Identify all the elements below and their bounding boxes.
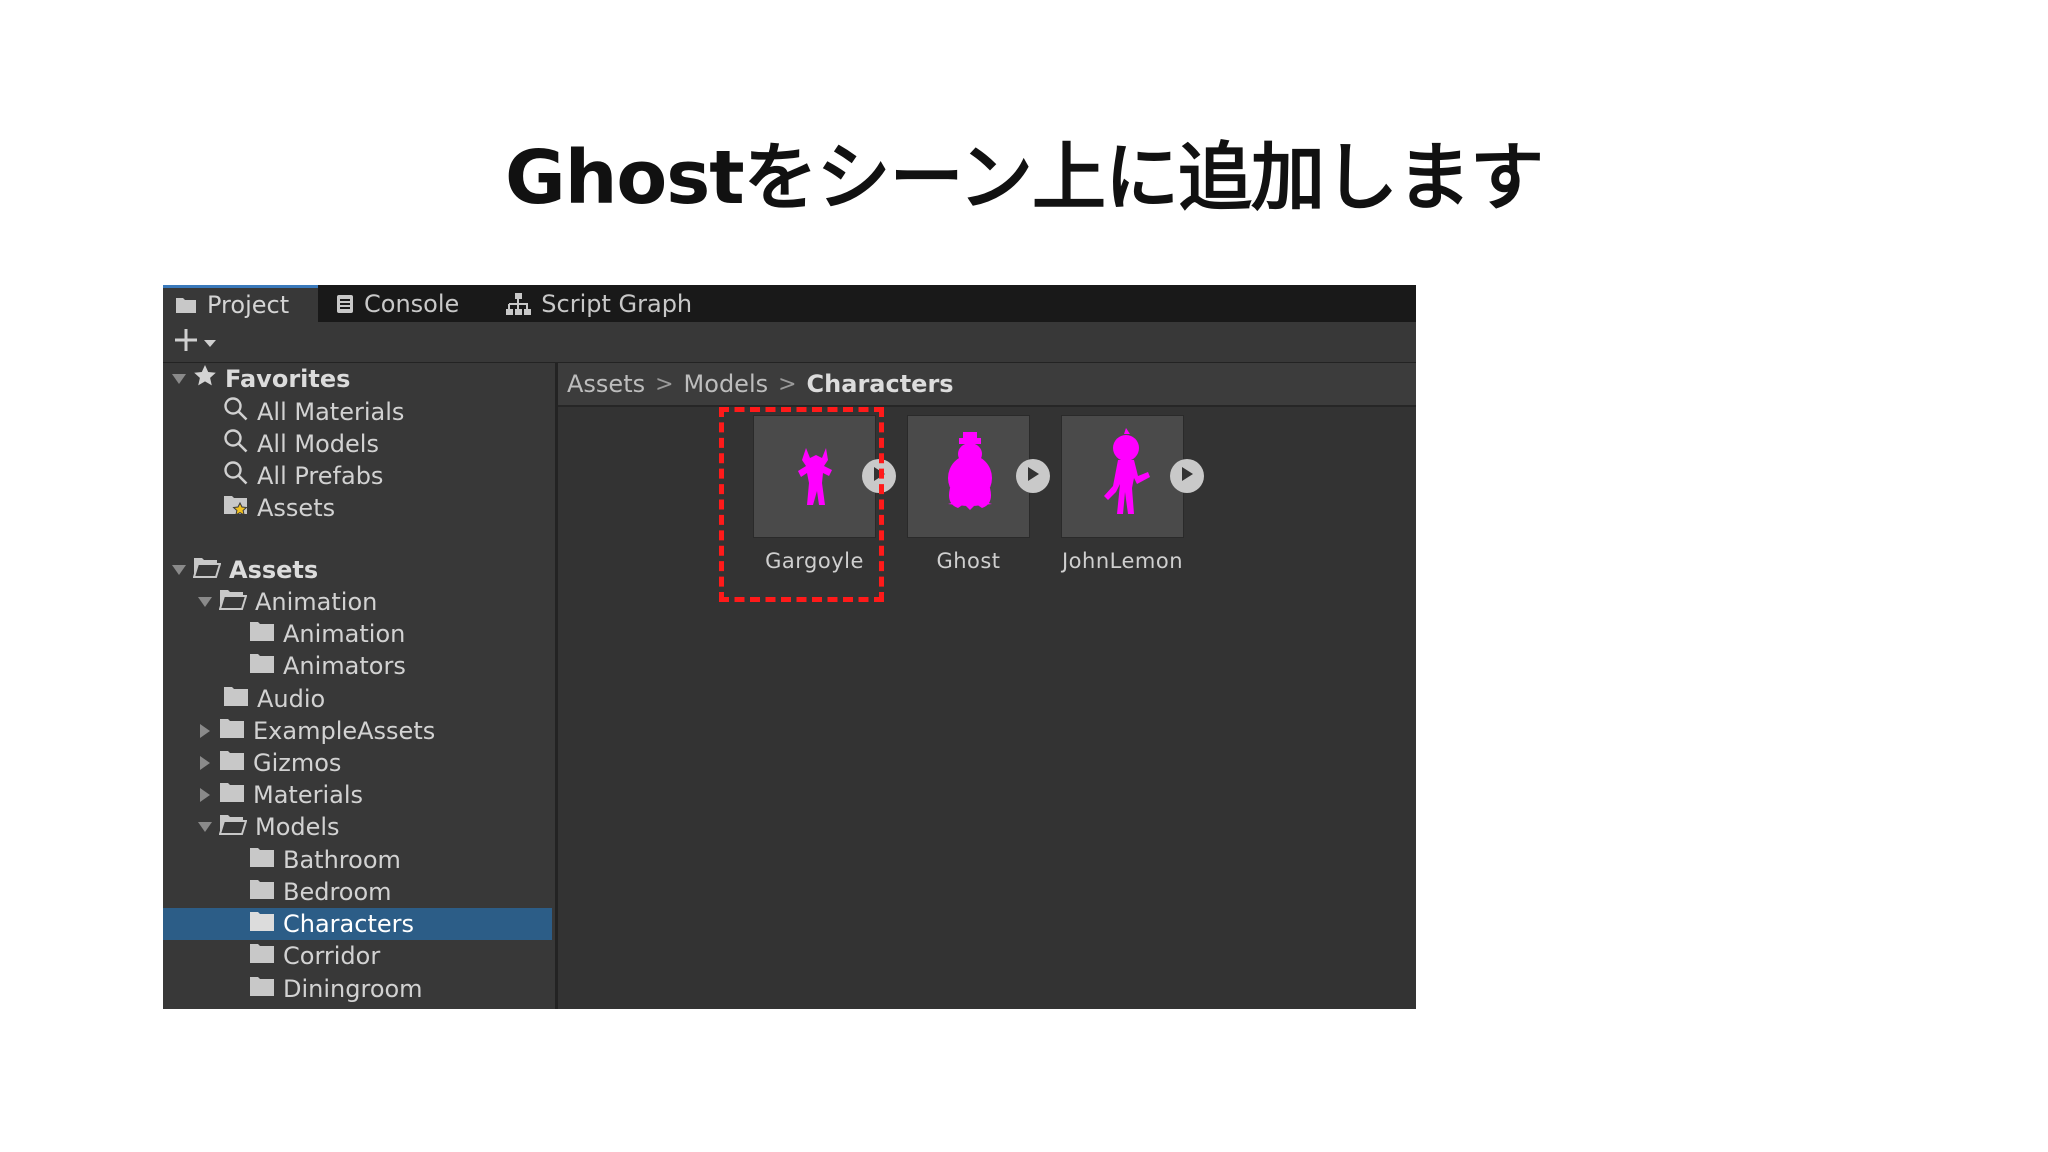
tree-item[interactable]: Corridor	[249, 940, 380, 972]
folder-icon	[249, 620, 275, 648]
search-icon	[223, 428, 249, 460]
tree-item-label: Animation	[255, 588, 378, 616]
tree-item[interactable]: Bathroom	[249, 844, 401, 876]
tree-item-label: Models	[255, 813, 340, 841]
tree-item-label: Gizmos	[253, 749, 342, 777]
tree-item-label: Animators	[283, 652, 406, 680]
favorite-item[interactable]: All Prefabs	[223, 460, 383, 492]
tree-item[interactable]: Diningroom	[249, 973, 423, 1005]
tree-item-selected[interactable]: Characters	[163, 908, 552, 940]
favorite-label: All Prefabs	[257, 462, 384, 490]
project-window: Project Console Script Graph Favorites A…	[163, 285, 1416, 1009]
project-toolbar	[163, 322, 1416, 363]
expand-arrow-icon[interactable]	[171, 562, 187, 578]
folder-open-icon	[218, 813, 248, 841]
folder-icon	[223, 685, 249, 713]
folder-icon	[219, 717, 245, 745]
tree-item[interactable]: Animators	[249, 650, 406, 682]
dropdown-arrow-icon	[203, 333, 217, 352]
folder-icon	[175, 296, 197, 314]
breadcrumb: Assets > Models > Characters	[558, 363, 1416, 407]
play-icon	[1179, 465, 1195, 487]
expand-arrow-icon[interactable]	[171, 371, 187, 387]
favorite-item[interactable]: All Materials	[223, 396, 404, 428]
tree-item[interactable]: Gizmos	[197, 747, 341, 779]
chevron-right-icon: >	[778, 371, 797, 397]
johnlemon-model-icon	[1104, 428, 1150, 514]
assets-label: Assets	[229, 556, 319, 584]
tree-item[interactable]: Animation	[197, 586, 377, 618]
model-thumbnail[interactable]	[1061, 415, 1184, 538]
collapse-arrow-icon[interactable]	[197, 755, 213, 771]
search-icon	[223, 460, 249, 492]
console-icon	[336, 294, 354, 314]
folder-icon	[249, 652, 275, 680]
folder-icon	[219, 781, 245, 809]
model-thumbnail[interactable]	[907, 415, 1030, 538]
tree-item-label: Diningroom	[283, 975, 423, 1003]
tree-item[interactable]: Models	[197, 811, 340, 843]
assets-root[interactable]: Assets	[171, 554, 318, 586]
favorite-item[interactable]: All Models	[223, 428, 379, 460]
favorite-label: All Materials	[257, 398, 405, 426]
play-icon	[1025, 465, 1041, 487]
star-icon	[193, 364, 217, 394]
preview-play-button[interactable]	[1170, 459, 1204, 493]
folder-icon	[219, 749, 245, 777]
tree-item-label: ExampleAssets	[253, 717, 436, 745]
tab-bar: Project Console Script Graph	[163, 285, 1416, 322]
expand-arrow-icon[interactable]	[197, 819, 213, 835]
graph-icon	[505, 292, 532, 316]
create-button[interactable]	[173, 328, 229, 356]
asset-label: Ghost	[936, 549, 1001, 573]
collapse-arrow-icon[interactable]	[197, 723, 213, 739]
folder-open-icon	[218, 588, 248, 616]
folder-open-icon	[192, 556, 222, 584]
tree-item[interactable]: Audio	[223, 683, 325, 715]
tree-item-label: Corridor	[283, 942, 381, 970]
tree-item[interactable]: Materials	[197, 779, 363, 811]
tree-item-label: Materials	[253, 781, 364, 809]
plus-icon	[173, 327, 199, 357]
tree-item-label: Bathroom	[283, 846, 401, 874]
tree-item-label: Animation	[283, 620, 406, 648]
tree-item-label: Bedroom	[283, 878, 392, 906]
favorite-label: Assets	[257, 494, 336, 522]
tab-console[interactable]: Console	[324, 285, 473, 322]
ghost-model-icon	[948, 432, 992, 510]
asset-label: JohnLemon	[1061, 549, 1184, 573]
tab-script-graph[interactable]: Script Graph	[493, 285, 706, 322]
ghost-highlight-box	[719, 407, 884, 602]
expand-arrow-icon[interactable]	[197, 594, 213, 610]
slide-title: Ghostをシーン上に追加します	[505, 135, 1544, 221]
breadcrumb-current[interactable]: Characters	[807, 370, 954, 398]
favorites-header[interactable]: Favorites	[171, 363, 350, 395]
tree-item[interactable]: Bedroom	[249, 876, 392, 908]
breadcrumb-item[interactable]: Assets	[567, 370, 645, 398]
tree-item[interactable]: Animation	[249, 618, 405, 650]
folder-icon	[249, 975, 275, 1003]
asset-browser: Assets > Models > Characters Gargoyle Gh…	[558, 363, 1416, 1009]
favorite-folder-icon	[223, 493, 249, 523]
favorite-label: All Models	[257, 430, 379, 458]
folder-icon	[249, 846, 275, 874]
tab-project[interactable]: Project	[163, 285, 318, 322]
project-sidebar: Favorites All Materials All Models All P…	[163, 363, 558, 1009]
folder-icon	[249, 878, 275, 906]
folder-icon	[249, 942, 275, 970]
tab-label: Project	[207, 291, 290, 319]
chevron-right-icon: >	[655, 371, 674, 397]
tab-label: Console	[364, 289, 460, 318]
tree-item[interactable]: ExampleAssets	[197, 715, 435, 747]
tree-item-label: Characters	[283, 910, 414, 938]
tab-label: Script Graph	[541, 289, 693, 318]
tree-item-label: Audio	[257, 685, 326, 713]
folder-icon	[249, 910, 275, 938]
collapse-arrow-icon[interactable]	[197, 787, 213, 803]
favorites-label: Favorites	[225, 365, 351, 393]
favorite-item[interactable]: Assets	[223, 492, 335, 524]
breadcrumb-item[interactable]: Models	[684, 370, 769, 398]
search-icon	[223, 396, 249, 428]
preview-play-button[interactable]	[1016, 459, 1050, 493]
